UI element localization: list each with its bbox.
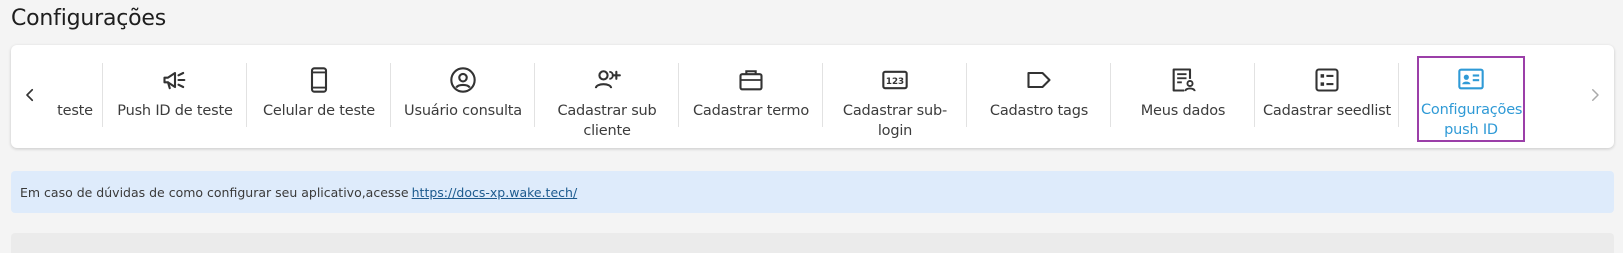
tab-divider — [1398, 63, 1399, 127]
tag-icon — [1024, 65, 1054, 95]
tab-push-id-teste[interactable]: Push ID de teste — [103, 57, 247, 141]
smartphone-icon — [304, 65, 334, 95]
help-info-box: Em caso de dúvidas de como configurar se… — [11, 171, 1614, 213]
user-circle-icon — [448, 65, 478, 95]
page-title: Configurações — [11, 6, 167, 31]
megaphone-icon — [160, 65, 190, 95]
scroll-right-button[interactable] — [1580, 73, 1610, 117]
tab-cadastrar-termo[interactable]: Cadastrar termo — [679, 57, 823, 141]
svg-text:123: 123 — [886, 77, 904, 87]
help-text: Em caso de dúvidas de como configurar se… — [20, 184, 409, 200]
settings-tabs-carousel: teste Push ID de teste Celular de teste … — [11, 45, 1614, 148]
id-card-icon — [1456, 64, 1486, 94]
tab-label: Cadastrar termo — [692, 103, 810, 119]
tab-label: Push ID de teste — [117, 103, 233, 119]
chevron-right-icon — [1592, 89, 1599, 101]
tab-cadastrar-sub-login[interactable]: 123 Cadastrar sub-login — [823, 57, 967, 141]
docs-link[interactable]: https://docs-xp.wake.tech/ — [412, 185, 578, 200]
tab-label: Celular de teste — [262, 103, 376, 119]
tab-label: Cadastrar sub-login — [842, 103, 948, 139]
tab-label: Usuário consulta — [404, 103, 522, 119]
user-document-icon — [1168, 65, 1198, 95]
user-add-icon — [592, 65, 622, 95]
numeric-box-icon: 123 — [880, 65, 910, 95]
content-panel-top — [11, 233, 1614, 253]
tab-configuracoes-push-id[interactable]: Configurações push ID — [1417, 56, 1525, 142]
tab-celular-teste[interactable]: Celular de teste — [247, 57, 391, 141]
tab-label: Configurações push ID — [1421, 102, 1523, 138]
checklist-icon — [1312, 65, 1342, 95]
tab-cadastro-tags[interactable]: Cadastro tags — [967, 57, 1111, 141]
tab-label: Cadastro tags — [989, 103, 1089, 119]
tab-cadastrar-seedlist[interactable]: Cadastrar seedlist — [1255, 57, 1399, 141]
tab-cadastrar-sub-cliente[interactable]: Cadastrar sub cliente — [535, 57, 679, 141]
briefcase-icon — [736, 65, 766, 95]
tab-usuario-consulta[interactable]: Usuário consulta — [391, 57, 535, 141]
tab-label: Cadastrar seedlist — [1262, 103, 1392, 119]
tab-label: Meus dados — [1140, 103, 1226, 119]
tab-label: Cadastrar sub cliente — [557, 103, 657, 139]
tab-meus-dados[interactable]: Meus dados — [1111, 57, 1255, 141]
